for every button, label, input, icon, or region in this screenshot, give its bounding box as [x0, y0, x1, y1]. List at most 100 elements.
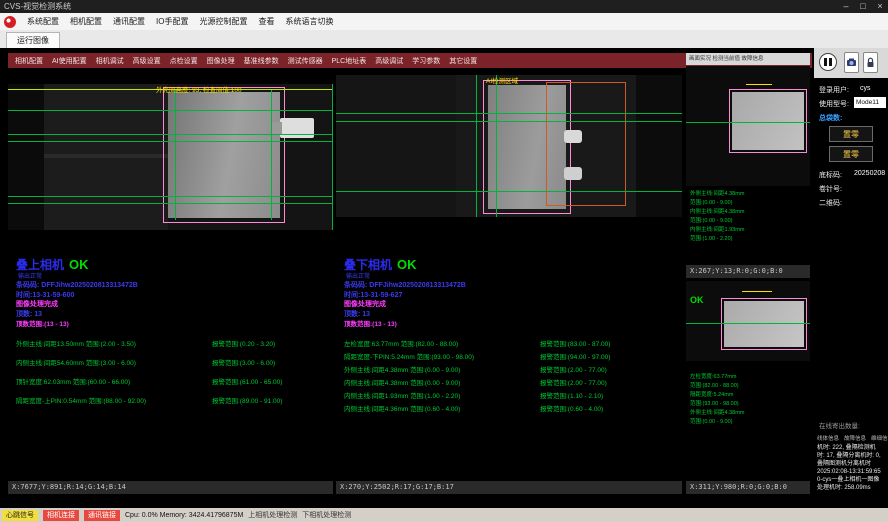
count-range-text: 顶数范围:(13 - 13) — [16, 318, 69, 328]
overlay-line-green — [336, 191, 682, 192]
heartbeat-indicator: 心跳信号 — [2, 510, 38, 521]
window-title: CVS-视觉检测系统 — [4, 1, 71, 12]
lock-tool-button[interactable] — [863, 52, 878, 73]
tool-learning-params[interactable]: 学习参数 — [412, 56, 440, 66]
lock-icon — [865, 56, 876, 69]
camera-panel-bottom: AI检测区域 叠下相机 OK 输出正常 条码码: DFFJihw20250208… — [336, 70, 682, 494]
tool-advanced-debug[interactable]: 高级调试 — [375, 56, 403, 66]
needle-number-label: 卷针号: — [819, 184, 842, 194]
tool-baseline-params[interactable]: 基准线参数 — [244, 56, 279, 66]
result-ok-badge: OK — [69, 257, 89, 272]
qr-code-label: 二维码: — [819, 198, 842, 208]
alarm-range-text: 报警范围:(61.00 - 65.00) — [212, 376, 346, 386]
measure-line: 范围:(93.00 - 98.00) — [690, 400, 744, 409]
camera-tool-button[interactable] — [844, 52, 859, 73]
menu-comm-config[interactable]: 通讯配置 — [113, 16, 145, 27]
app-window: CVS-视觉检测系统 – □ × 系统配置 相机配置 通讯配置 IO手配置 光源… — [0, 0, 888, 522]
camera-panel-top: 外壳间高度: 93, 检查间值:100 叠上相机 OK 输出正常 条码码: DF… — [8, 70, 333, 494]
online-output-label: 在线寄出数量: — [819, 420, 860, 430]
camera-icon — [846, 56, 857, 69]
count-range-text: 顶数范围:(13 - 13) — [344, 318, 397, 328]
measure-line: 外侧主线:间距4.38mm — [690, 409, 744, 418]
menu-light-control-config[interactable]: 光源控制配置 — [199, 16, 247, 27]
measure-lines: 左检宽度:63.77mm 范围:(82.00 - 88.00) 隔距宽度:5.2… — [690, 373, 744, 427]
measurement-list: 左检宽度:63.77mm 范围:(82.00 - 88.00) 报警范围:(83… — [344, 338, 674, 416]
camera-image-top: 外壳间高度: 93, 检查间值:100 — [8, 84, 333, 230]
top-camera-process-status: 上相机处理检测 — [248, 510, 297, 520]
measurement-text: 顶针宽度:62.03mm 范围:(60.00 - 66.00) — [16, 376, 212, 386]
model-select[interactable]: Mode11 — [854, 97, 886, 108]
alarm-range-text: 报警范围:(83.00 - 87.00) — [540, 338, 674, 348]
overlay-rect-orange — [546, 82, 626, 206]
measurement-list: 外侧主线:间距13.50mm 范围:(2.00 - 3.50) 报警范围:(0.… — [16, 338, 346, 414]
tool-ai-config[interactable]: AI使用配置 — [52, 56, 87, 66]
measurement-text: 内侧主线:间距4.38mm 范围:(0.00 - 9.00) — [344, 377, 540, 387]
pause-icon — [824, 58, 827, 66]
measurement-row: 内侧主线:间距54.60mm 范围:(3.00 - 6.00) 报警范围:(3.… — [16, 357, 346, 376]
measure-line: 范围:(0.00 - 9.00) — [690, 418, 744, 427]
minimize-button[interactable]: – — [838, 0, 854, 13]
overlay-measure-label: 外壳间高度: 93, 检查间值:100 — [156, 84, 242, 94]
measurement-row: 顶针宽度:62.03mm 范围:(60.00 - 66.00) 报警范围:(61… — [16, 376, 346, 395]
overlay-line-green — [476, 75, 477, 217]
measurement-row: 内侧主线:间距4.38mm 范围:(0.00 - 9.00) 报警范围:(2.0… — [344, 377, 674, 390]
measurement-text: 内侧主线:间距1.93mm 范围:(1.00 - 2.20) — [344, 390, 540, 400]
measurement-row: 隔距宽度-上PIN:0.54mm 范围:(88.00 - 92.00) 报警范围… — [16, 395, 346, 414]
overlay-line-green — [8, 134, 333, 135]
menu-camera-config[interactable]: 相机配置 — [70, 16, 102, 27]
tool-advanced-settings[interactable]: 高级设置 — [133, 56, 161, 66]
image-region — [636, 75, 682, 217]
alarm-range-text: 报警范围:(3.00 - 6.00) — [212, 357, 346, 367]
bottom-camera-process-status: 下相机处理检测 — [302, 510, 351, 520]
reset-counter-button-2[interactable]: 置零 — [829, 146, 873, 162]
console-log: 机时: 222, 叠隔检测机 时: 17, 叠隔分离机时: 0, 叠隔图测机分离… — [817, 444, 887, 492]
measure-line: 范围:(82.00 - 88.00) — [690, 382, 744, 391]
process-done-text: 图像处理完成 — [16, 299, 58, 309]
maximize-button[interactable]: □ — [855, 0, 871, 13]
batch-code-value: 20250208 — [854, 170, 885, 177]
measurement-row: 隔距宽度-下PIN:5.24mm 范围:(93.00 - 98.00) 报警范围… — [344, 351, 674, 364]
menu-language-switch[interactable]: 系统语言切换 — [285, 16, 333, 27]
alarm-range-text: 报警范围:(2.00 - 77.00) — [540, 364, 674, 374]
tool-spot-check[interactable]: 点检设置 — [170, 56, 198, 66]
measure-line: 隔距宽度:5.24mm — [690, 391, 744, 400]
measurement-text: 内侧主线:间距54.60mm 范围:(3.00 - 6.00) — [16, 357, 212, 367]
pause-icon — [829, 58, 832, 66]
overlay-line-green — [686, 323, 810, 324]
right-column-caption: 画面实况 检测当前值 故障信息 — [686, 53, 810, 65]
alarm-range-text: 报警范围:(0.20 - 3.20) — [212, 338, 346, 348]
tool-image-processing[interactable]: 图像处理 — [207, 56, 235, 66]
tool-other-settings[interactable]: 其它设置 — [449, 56, 477, 66]
console-tabs: 线体信息 故障信息 维细信息 — [817, 434, 887, 442]
console-tab-maintain-info[interactable]: 维细信息 — [871, 434, 888, 442]
close-button[interactable]: × — [872, 0, 888, 13]
image-region — [336, 75, 456, 217]
menu-bar: 系统配置 相机配置 通讯配置 IO手配置 光源控制配置 查看 系统语言切换 — [0, 13, 888, 30]
menu-system-config[interactable]: 系统配置 — [27, 16, 59, 27]
console-tab-line-info[interactable]: 线体信息 — [817, 434, 839, 442]
overlay-line-green — [271, 90, 272, 220]
pause-button[interactable] — [819, 53, 837, 71]
tool-camera-debug[interactable]: 相机调试 — [96, 56, 124, 66]
tool-test-sensor[interactable]: 测试传感器 — [288, 56, 323, 66]
console-log-line: 时: 17, 叠隔分离机时: 0, — [817, 452, 887, 460]
control-sidebar: 登录用户: cys 使用型号: Mode11 总袋数: 置零 置零 底标码: 2… — [814, 48, 888, 494]
login-user-value: cys — [860, 85, 871, 92]
image-region — [8, 84, 44, 230]
overlay-rect-pink — [721, 298, 807, 350]
total-count-label: 总袋数: — [819, 113, 842, 123]
measurement-row: 外侧主线:间距4.38mm 范围:(0.00 - 9.00) 报警范围:(2.0… — [344, 364, 674, 377]
console-log-line: 0-cys一叠上相机一图像 — [817, 476, 887, 484]
result-ok-badge: OK — [690, 295, 704, 305]
tool-camera-config[interactable]: 相机配置 — [15, 56, 43, 66]
alarm-range-text: 报警范围:(0.60 - 4.00) — [540, 403, 674, 413]
reset-counter-button-1[interactable]: 置零 — [829, 126, 873, 142]
preview-image-bottom — [686, 281, 810, 361]
menu-io-config[interactable]: IO手配置 — [156, 16, 188, 27]
console-tab-fault-info[interactable]: 故障信息 — [844, 434, 866, 442]
tool-plc-address-table[interactable]: PLC地址表 — [332, 56, 367, 66]
menu-view[interactable]: 查看 — [258, 16, 274, 27]
overlay-line-yellow — [746, 84, 772, 85]
overlay-line-green — [175, 90, 176, 220]
tab-run-image[interactable]: 运行图像 — [6, 32, 60, 48]
